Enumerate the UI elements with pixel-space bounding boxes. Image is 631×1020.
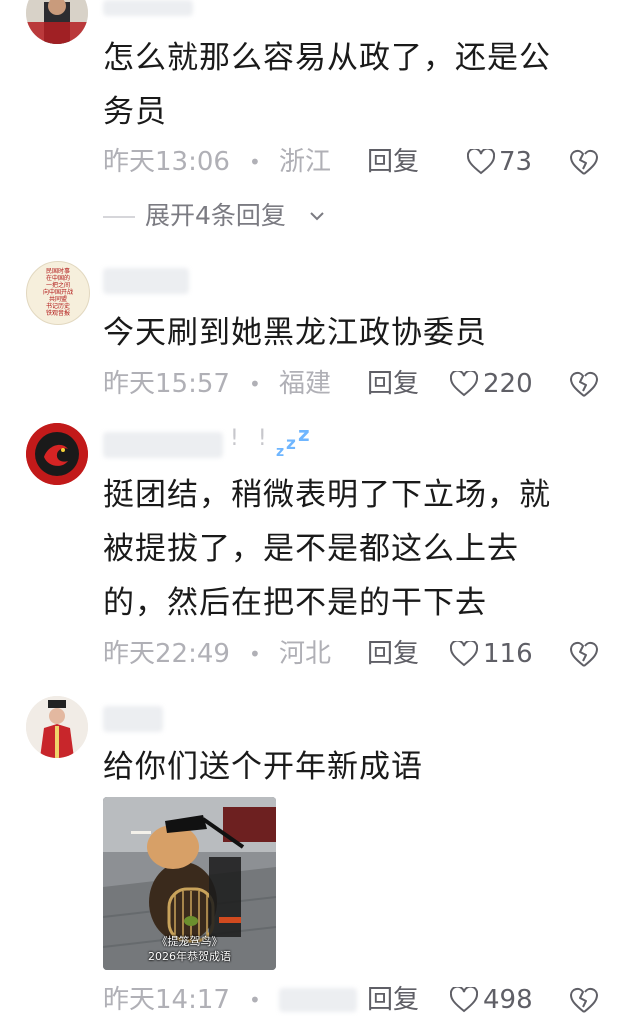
- divider-line: [103, 216, 135, 218]
- reply-button[interactable]: 回复: [367, 980, 419, 1020]
- like-count: 73: [499, 147, 533, 177]
- expand-replies-label: 展开4条回复: [145, 201, 286, 230]
- dragon-emblem-icon: [26, 423, 88, 485]
- avatar-photo: [26, 0, 88, 44]
- comment-location: 福建: [279, 369, 332, 399]
- username-suffix: ! !: [230, 426, 273, 451]
- comment-meta: 昨天13:06 • 浙江 回复 73: [103, 142, 613, 182]
- comment-location: 河北: [279, 639, 332, 669]
- comment-text: 怎么就那么容易从政了，还是公 务员: [103, 40, 551, 130]
- user-avatar[interactable]: [26, 696, 88, 758]
- heart-outline-icon[interactable]: [450, 371, 478, 397]
- like-count: 116: [483, 639, 533, 669]
- user-avatar[interactable]: [26, 0, 88, 44]
- dot-separator: •: [249, 642, 261, 666]
- heart-outline-icon[interactable]: [467, 149, 495, 175]
- like-count: 498: [483, 985, 533, 1015]
- username-blurred[interactable]: [103, 268, 189, 294]
- heart-outline-icon[interactable]: [450, 987, 478, 1013]
- comment-time: 昨天15:57: [103, 369, 230, 399]
- username-blurred[interactable]: [103, 432, 223, 458]
- broken-heart-icon[interactable]: [569, 369, 599, 399]
- image-caption: 《提笼驾鸟》 2026年恭贺成语: [148, 935, 231, 963]
- broken-heart-icon[interactable]: [569, 639, 599, 669]
- dot-separator: •: [249, 150, 261, 174]
- like-count: 220: [483, 369, 533, 399]
- comment-item: ! ! z z z 挺团结，稍微表明了下立场，就 被提拔了，是不是都这么上去 的…: [0, 418, 631, 688]
- avatar-photo: [26, 696, 88, 758]
- comment-time: 昨天22:49: [103, 639, 230, 669]
- dot-separator: •: [249, 988, 261, 1012]
- dot-separator: •: [249, 372, 261, 396]
- comment-location: 浙江: [279, 147, 332, 177]
- avatar-text: 民国时事 在中国的 一把之间 向中国开战 共同盟 书记历史 铁观音报: [42, 268, 73, 317]
- heart-outline-icon[interactable]: [450, 641, 478, 667]
- broken-heart-icon[interactable]: [569, 147, 599, 177]
- comment-time: 昨天13:06: [103, 147, 230, 177]
- comment-text: 给你们送个开年新成语: [103, 749, 423, 785]
- reply-button[interactable]: 回复: [367, 364, 419, 404]
- username-blurred[interactable]: [103, 0, 193, 16]
- comment-meta: 昨天14:17 • 回复 498: [103, 980, 613, 1020]
- comment-text: 今天刷到她黑龙江政协委员: [103, 315, 487, 351]
- chevron-down-icon: [310, 212, 324, 221]
- comment-image[interactable]: 《提笼驾鸟》 2026年恭贺成语: [103, 797, 276, 970]
- reply-button[interactable]: 回复: [367, 634, 419, 674]
- reply-button[interactable]: 回复: [367, 142, 419, 182]
- comment-item: 怎么就那么容易从政了，还是公 务员 昨天13:06 • 浙江 回复 73 展开4…: [0, 0, 631, 240]
- user-avatar[interactable]: 民国时事 在中国的 一把之间 向中国开战 共同盟 书记历史 铁观音报: [26, 261, 90, 325]
- comment-item: 民国时事 在中国的 一把之间 向中国开战 共同盟 书记历史 铁观音报 今天刷到她…: [0, 255, 631, 415]
- comment-item: 给你们送个开年新成语 《提笼驾鸟》 2026年恭贺成语 昨天14:17 • 回复…: [0, 690, 631, 1020]
- location-blurred: [279, 988, 357, 1012]
- broken-heart-icon[interactable]: [569, 985, 599, 1015]
- comment-text: 挺团结，稍微表明了下立场，就 被提拔了，是不是都这么上去 的，然后在把不是的干下…: [103, 477, 551, 621]
- username-blurred[interactable]: [103, 706, 163, 732]
- user-avatar[interactable]: [26, 423, 88, 485]
- comment-time: 昨天14:17: [103, 985, 230, 1015]
- comment-meta: 昨天15:57 • 福建 回复 220: [103, 364, 613, 404]
- comment-meta: 昨天22:49 • 河北 回复 116: [103, 634, 613, 674]
